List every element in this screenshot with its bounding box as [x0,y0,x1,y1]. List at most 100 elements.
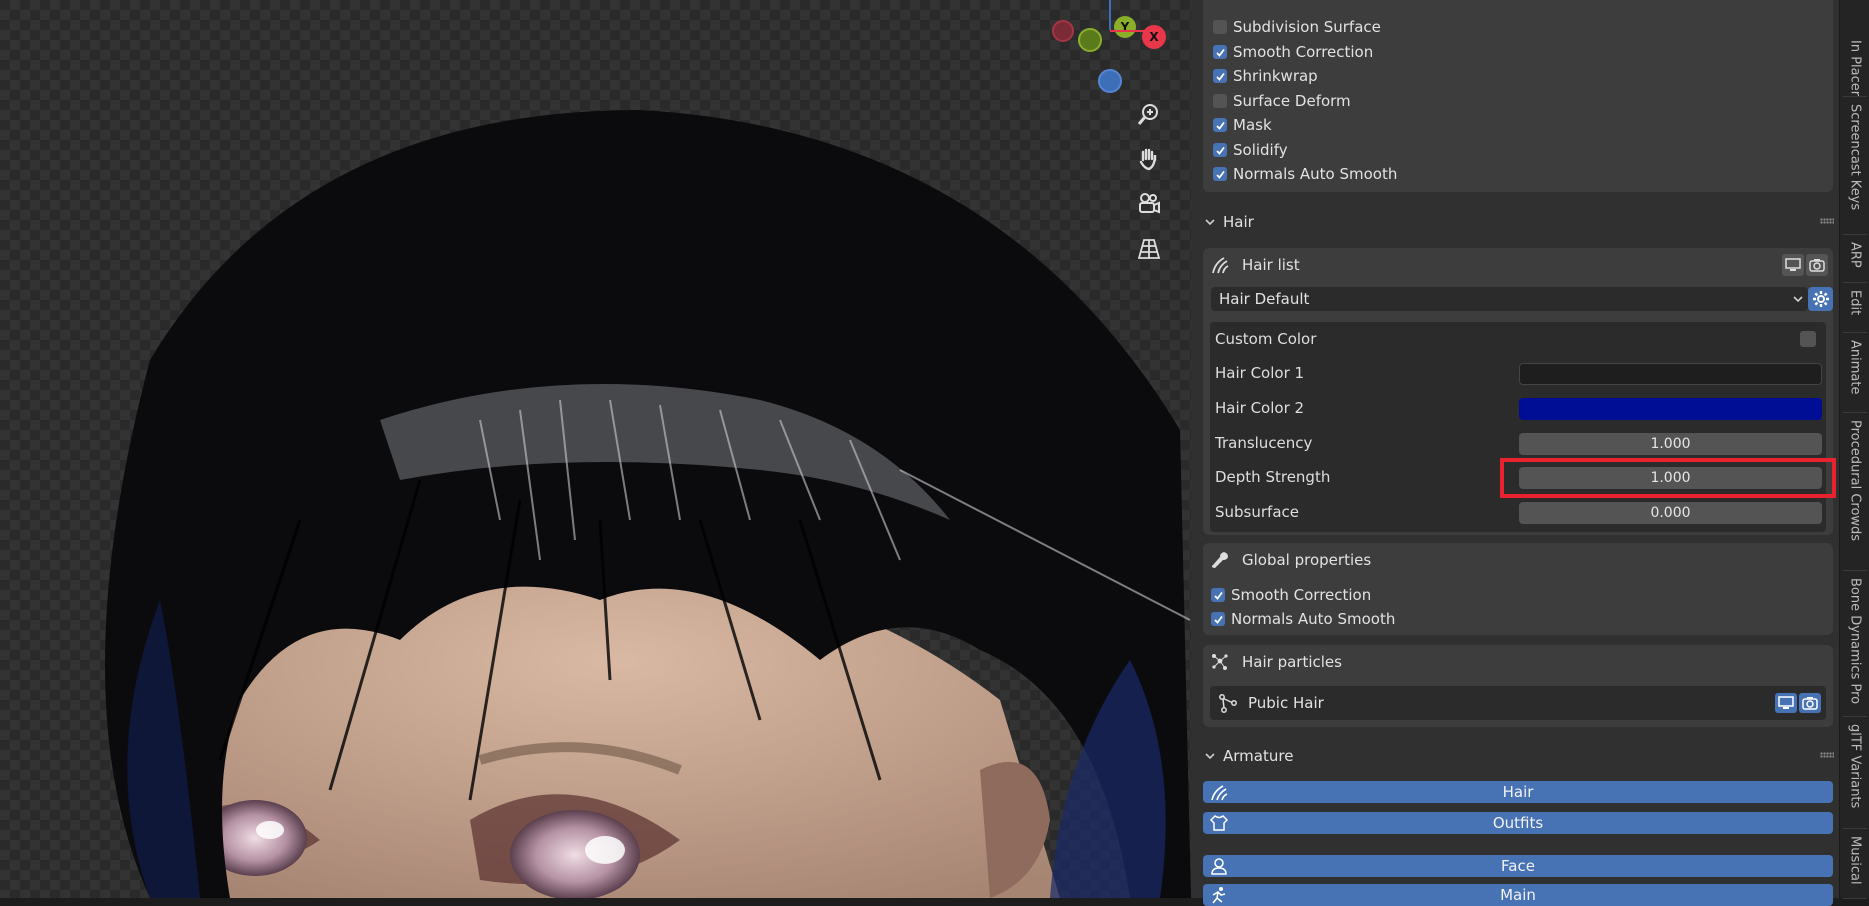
particle-system-icon [1219,694,1237,713]
gizmo-line-z [1109,0,1111,30]
character-render [105,110,1191,898]
subsurface-field[interactable]: 0.000 [1519,502,1822,524]
chevron-down-icon [1205,753,1215,760]
hair-strands-icon [1211,785,1228,801]
checkbox-icon[interactable] [1213,143,1227,157]
modifier-label: Normals Auto Smooth [1233,165,1398,183]
tab-gltf-variants[interactable]: glTF Variants [1843,724,1867,829]
depth-strength-label: Depth Strength [1215,468,1331,486]
global-properties-title: Global properties [1242,551,1372,569]
armature-outfits-button[interactable]: Outfits [1203,812,1833,834]
checkbox-icon[interactable] [1211,588,1225,602]
drag-handle-icon[interactable] [1820,752,1834,758]
viewport-visibility-toggle[interactable] [1782,254,1804,276]
modifier-row[interactable]: Normals Auto Smooth [1213,163,1397,185]
particle-list-item[interactable]: Pubic Hair [1210,686,1826,720]
modifier-label: Mask [1233,116,1272,134]
armature-main-button[interactable]: Main [1203,884,1833,906]
checkbox-icon[interactable] [1213,94,1227,108]
global-option-label: Normals Auto Smooth [1231,610,1396,628]
armature-hair-button[interactable]: Hair [1203,781,1833,803]
subsurface-label: Subsurface [1215,503,1299,521]
neg-x-axis-icon[interactable] [1052,20,1074,42]
wrench-icon [1212,552,1228,568]
modifier-row[interactable]: Shrinkwrap [1213,65,1318,87]
gizmo-line-x [1110,30,1146,32]
checkbox-icon[interactable] [1213,69,1227,83]
neg-y-axis-icon[interactable] [1078,28,1102,52]
user-icon [1211,858,1227,875]
modifier-label: Subdivision Surface [1233,18,1381,36]
button-label: Main [1500,886,1536,904]
gear-icon [1812,291,1829,307]
button-label: Face [1501,857,1535,875]
chevron-down-icon [1205,219,1215,226]
checkbox-icon[interactable] [1213,45,1227,59]
grid-perspective-icon[interactable] [1132,232,1166,266]
camera-render-icon [1809,259,1825,272]
zoom-icon[interactable] [1132,97,1166,131]
hair-particles-title: Hair particles [1242,653,1342,671]
custom-color-checkbox[interactable] [1800,331,1816,347]
modifier-row[interactable]: Mask [1213,114,1272,136]
tab-edit[interactable]: Edit [1843,290,1867,333]
hand-pan-icon[interactable] [1132,142,1166,176]
monitor-icon [1785,258,1801,271]
modifier-label: Shrinkwrap [1233,67,1318,85]
global-properties-header: Global properties [1210,548,1371,572]
hair-color-1-swatch[interactable] [1519,363,1822,385]
modifier-row[interactable]: Smooth Correction [1213,41,1373,63]
monitor-icon [1778,696,1794,709]
particle-viewport-toggle[interactable] [1775,693,1797,713]
render-visibility-toggle[interactable] [1806,254,1828,276]
y-axis-label[interactable]: Y [1114,16,1136,38]
modifier-row[interactable]: Subdivision Surface [1213,16,1381,38]
tab-procedural-crowds[interactable]: Procedural Crowds [1843,420,1867,571]
sidebar-tab-strip: In Placer Screencast Keys ARP Edit Anima… [1839,0,1869,899]
translucency-field[interactable]: 1.000 [1519,433,1822,455]
hair-color-1-label: Hair Color 1 [1215,364,1305,382]
hair-particles-header: Hair particles [1210,650,1342,674]
tab-in-placer[interactable]: In Placer [1843,0,1867,97]
tab-bone-dynamics-pro[interactable]: Bone Dynamics Pro [1843,578,1867,717]
shirt-icon [1209,815,1229,831]
camera-icon[interactable] [1132,187,1166,221]
running-figure-icon [1212,887,1226,904]
checkbox-icon[interactable] [1213,20,1227,34]
modifier-label: Surface Deform [1233,92,1351,110]
armature-section-header[interactable]: Armature [1203,744,1833,768]
dropdown-value: Hair Default [1219,290,1310,308]
particle-item-label: Pubic Hair [1248,694,1324,712]
custom-color-label: Custom Color [1215,330,1317,348]
checkbox-icon[interactable] [1213,167,1227,181]
hair-strands-icon [1212,257,1229,274]
global-option-row[interactable]: Smooth Correction [1211,584,1371,606]
modifier-label: Solidify [1233,141,1288,159]
3d-viewport[interactable]: Y X [0,0,1191,898]
button-label: Outfits [1492,814,1544,832]
z-axis-icon[interactable] [1098,69,1122,93]
highlight-box [1500,458,1836,498]
tab-musical[interactable]: Musical [1843,836,1867,899]
checkbox-icon[interactable] [1213,118,1227,132]
hair-list-header: Hair list [1210,252,1300,278]
section-title: Hair [1223,213,1254,231]
tab-screencast-keys[interactable]: Screencast Keys [1843,104,1867,235]
modifier-row[interactable]: Surface Deform [1213,90,1351,112]
armature-face-button[interactable]: Face [1203,855,1833,877]
hair-properties-box [1210,322,1826,532]
hair-section-header[interactable]: Hair [1203,210,1833,234]
tab-arp[interactable]: ARP [1843,242,1867,283]
hair-color-2-swatch[interactable] [1519,398,1822,420]
drag-handle-icon[interactable] [1820,218,1834,224]
global-option-row[interactable]: Normals Auto Smooth [1211,608,1395,630]
tab-animate[interactable]: Animate [1843,340,1867,413]
hair-preset-dropdown[interactable]: Hair Default [1211,287,1808,311]
settings-gear-button[interactable] [1808,287,1833,311]
modifier-row[interactable]: Solidify [1213,139,1288,161]
checkbox-icon[interactable] [1211,612,1225,626]
hair-color-2-label: Hair Color 2 [1215,399,1305,417]
particle-render-toggle[interactable] [1799,693,1821,713]
camera-render-icon [1802,697,1818,710]
x-axis-label[interactable]: X [1142,25,1166,49]
